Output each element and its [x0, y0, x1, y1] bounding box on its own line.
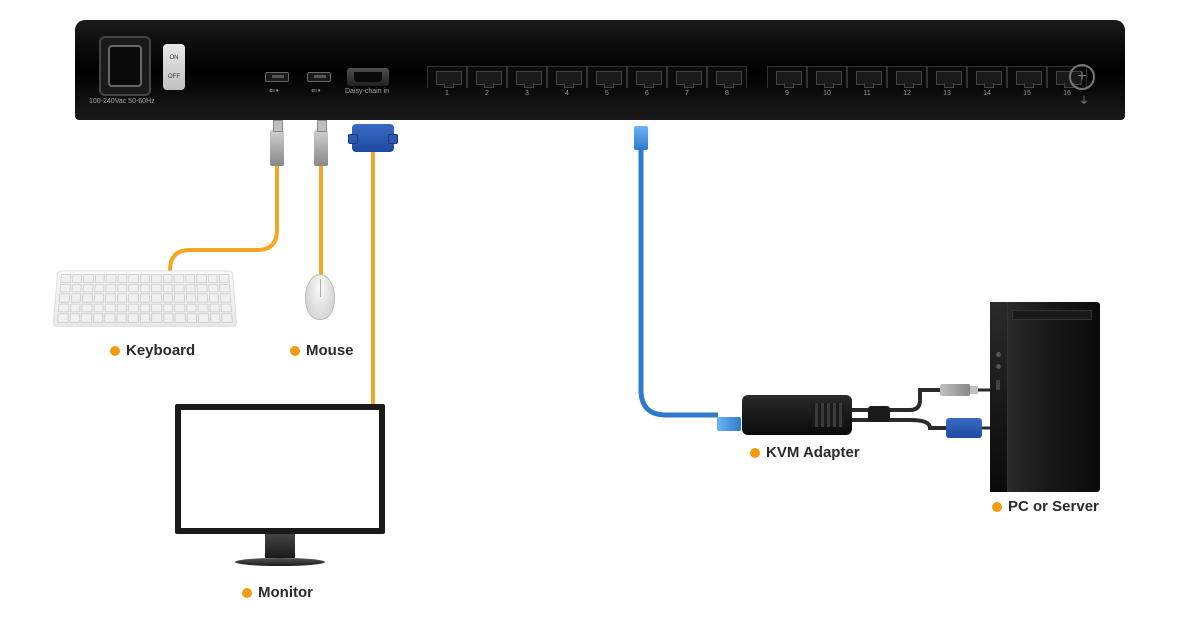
port-number: 10 [807, 90, 847, 97]
rj45-port-icon [807, 66, 847, 88]
usb-symbol-1: ⇐• [269, 86, 279, 95]
label-adapter: KVM Adapter [750, 444, 860, 461]
usb-symbol-2: ⇐• [311, 86, 321, 95]
rj45-port-icon [887, 66, 927, 88]
label-mouse: Mouse [290, 342, 354, 359]
power-label: 100-240Vac 50-60Hz [89, 98, 155, 105]
rj45-port-icon [427, 66, 467, 88]
rj45-port-icon [467, 66, 507, 88]
keyboard-device-icon [53, 271, 238, 327]
on-label: ON [163, 55, 185, 61]
rj45-port-icon [627, 66, 667, 88]
rj45-port-icon [967, 66, 1007, 88]
label-pc: PC or Server [992, 498, 1099, 515]
rj45-bank-2 [767, 66, 1087, 90]
keyboard-cable [170, 166, 277, 274]
port-number: 9 [767, 90, 807, 97]
rj45-port-icon [707, 66, 747, 88]
rj45-port-icon [667, 66, 707, 88]
port-number: 15 [1007, 90, 1047, 97]
usb-port-1-icon [265, 72, 289, 82]
rj45-port-icon [847, 66, 887, 88]
rj45-plug-icon [634, 126, 648, 150]
vga-plug-icon [946, 418, 982, 438]
rj45-plug-icon [717, 417, 741, 431]
rj45-bank-1 [427, 66, 747, 90]
power-toggle: ON OFF [163, 44, 185, 90]
rj45-port-icon [767, 66, 807, 88]
adapter-usb-cable [852, 390, 940, 410]
port-number: 14 [967, 90, 1007, 97]
rj45-port-icon [1007, 66, 1047, 88]
usb-plug-icon [940, 384, 970, 396]
off-label: OFF [163, 74, 185, 80]
pc-tower-icon [990, 302, 1100, 492]
label-monitor: Monitor [242, 584, 313, 601]
ground-symbol: ⏚ [1079, 92, 1089, 107]
adapter-vga-cable [852, 420, 946, 428]
kvm-adapter-icon [742, 395, 852, 435]
port-number: 11 [847, 90, 887, 97]
rj45-port-icon [507, 66, 547, 88]
label-keyboard: Keyboard [110, 342, 195, 359]
usb-port-2-icon [307, 72, 331, 82]
rj45-port-icon [587, 66, 627, 88]
rj45-port-icon [547, 66, 587, 88]
vga-port-icon [347, 68, 389, 86]
port-number: 5 [587, 90, 627, 97]
usb-plug-icon [314, 130, 328, 166]
port-number: 13 [927, 90, 967, 97]
port-number: 3 [507, 90, 547, 97]
ground-screw-icon: + [1069, 64, 1095, 90]
usb-plug-icon [270, 130, 284, 166]
vga-plug-icon [352, 124, 394, 152]
port-number: 8 [707, 90, 747, 97]
rj45-cable [641, 150, 718, 415]
kvm-switch: 100-240Vac 50-60Hz ON OFF ⇐• ⇐• Daisy-ch… [75, 20, 1125, 120]
monitor-device-icon [175, 404, 385, 574]
ferrite-bead-icon [868, 406, 890, 422]
daisy-chain-label: Daisy-chain in [345, 88, 389, 95]
rj45-port-icon [927, 66, 967, 88]
port-number: 2 [467, 90, 507, 97]
port-number: 6 [627, 90, 667, 97]
port-number: 4 [547, 90, 587, 97]
port-number: 12 [887, 90, 927, 97]
port-number: 1 [427, 90, 467, 97]
power-socket-icon [99, 36, 151, 96]
port-number: 7 [667, 90, 707, 97]
mouse-device-icon [305, 274, 335, 320]
